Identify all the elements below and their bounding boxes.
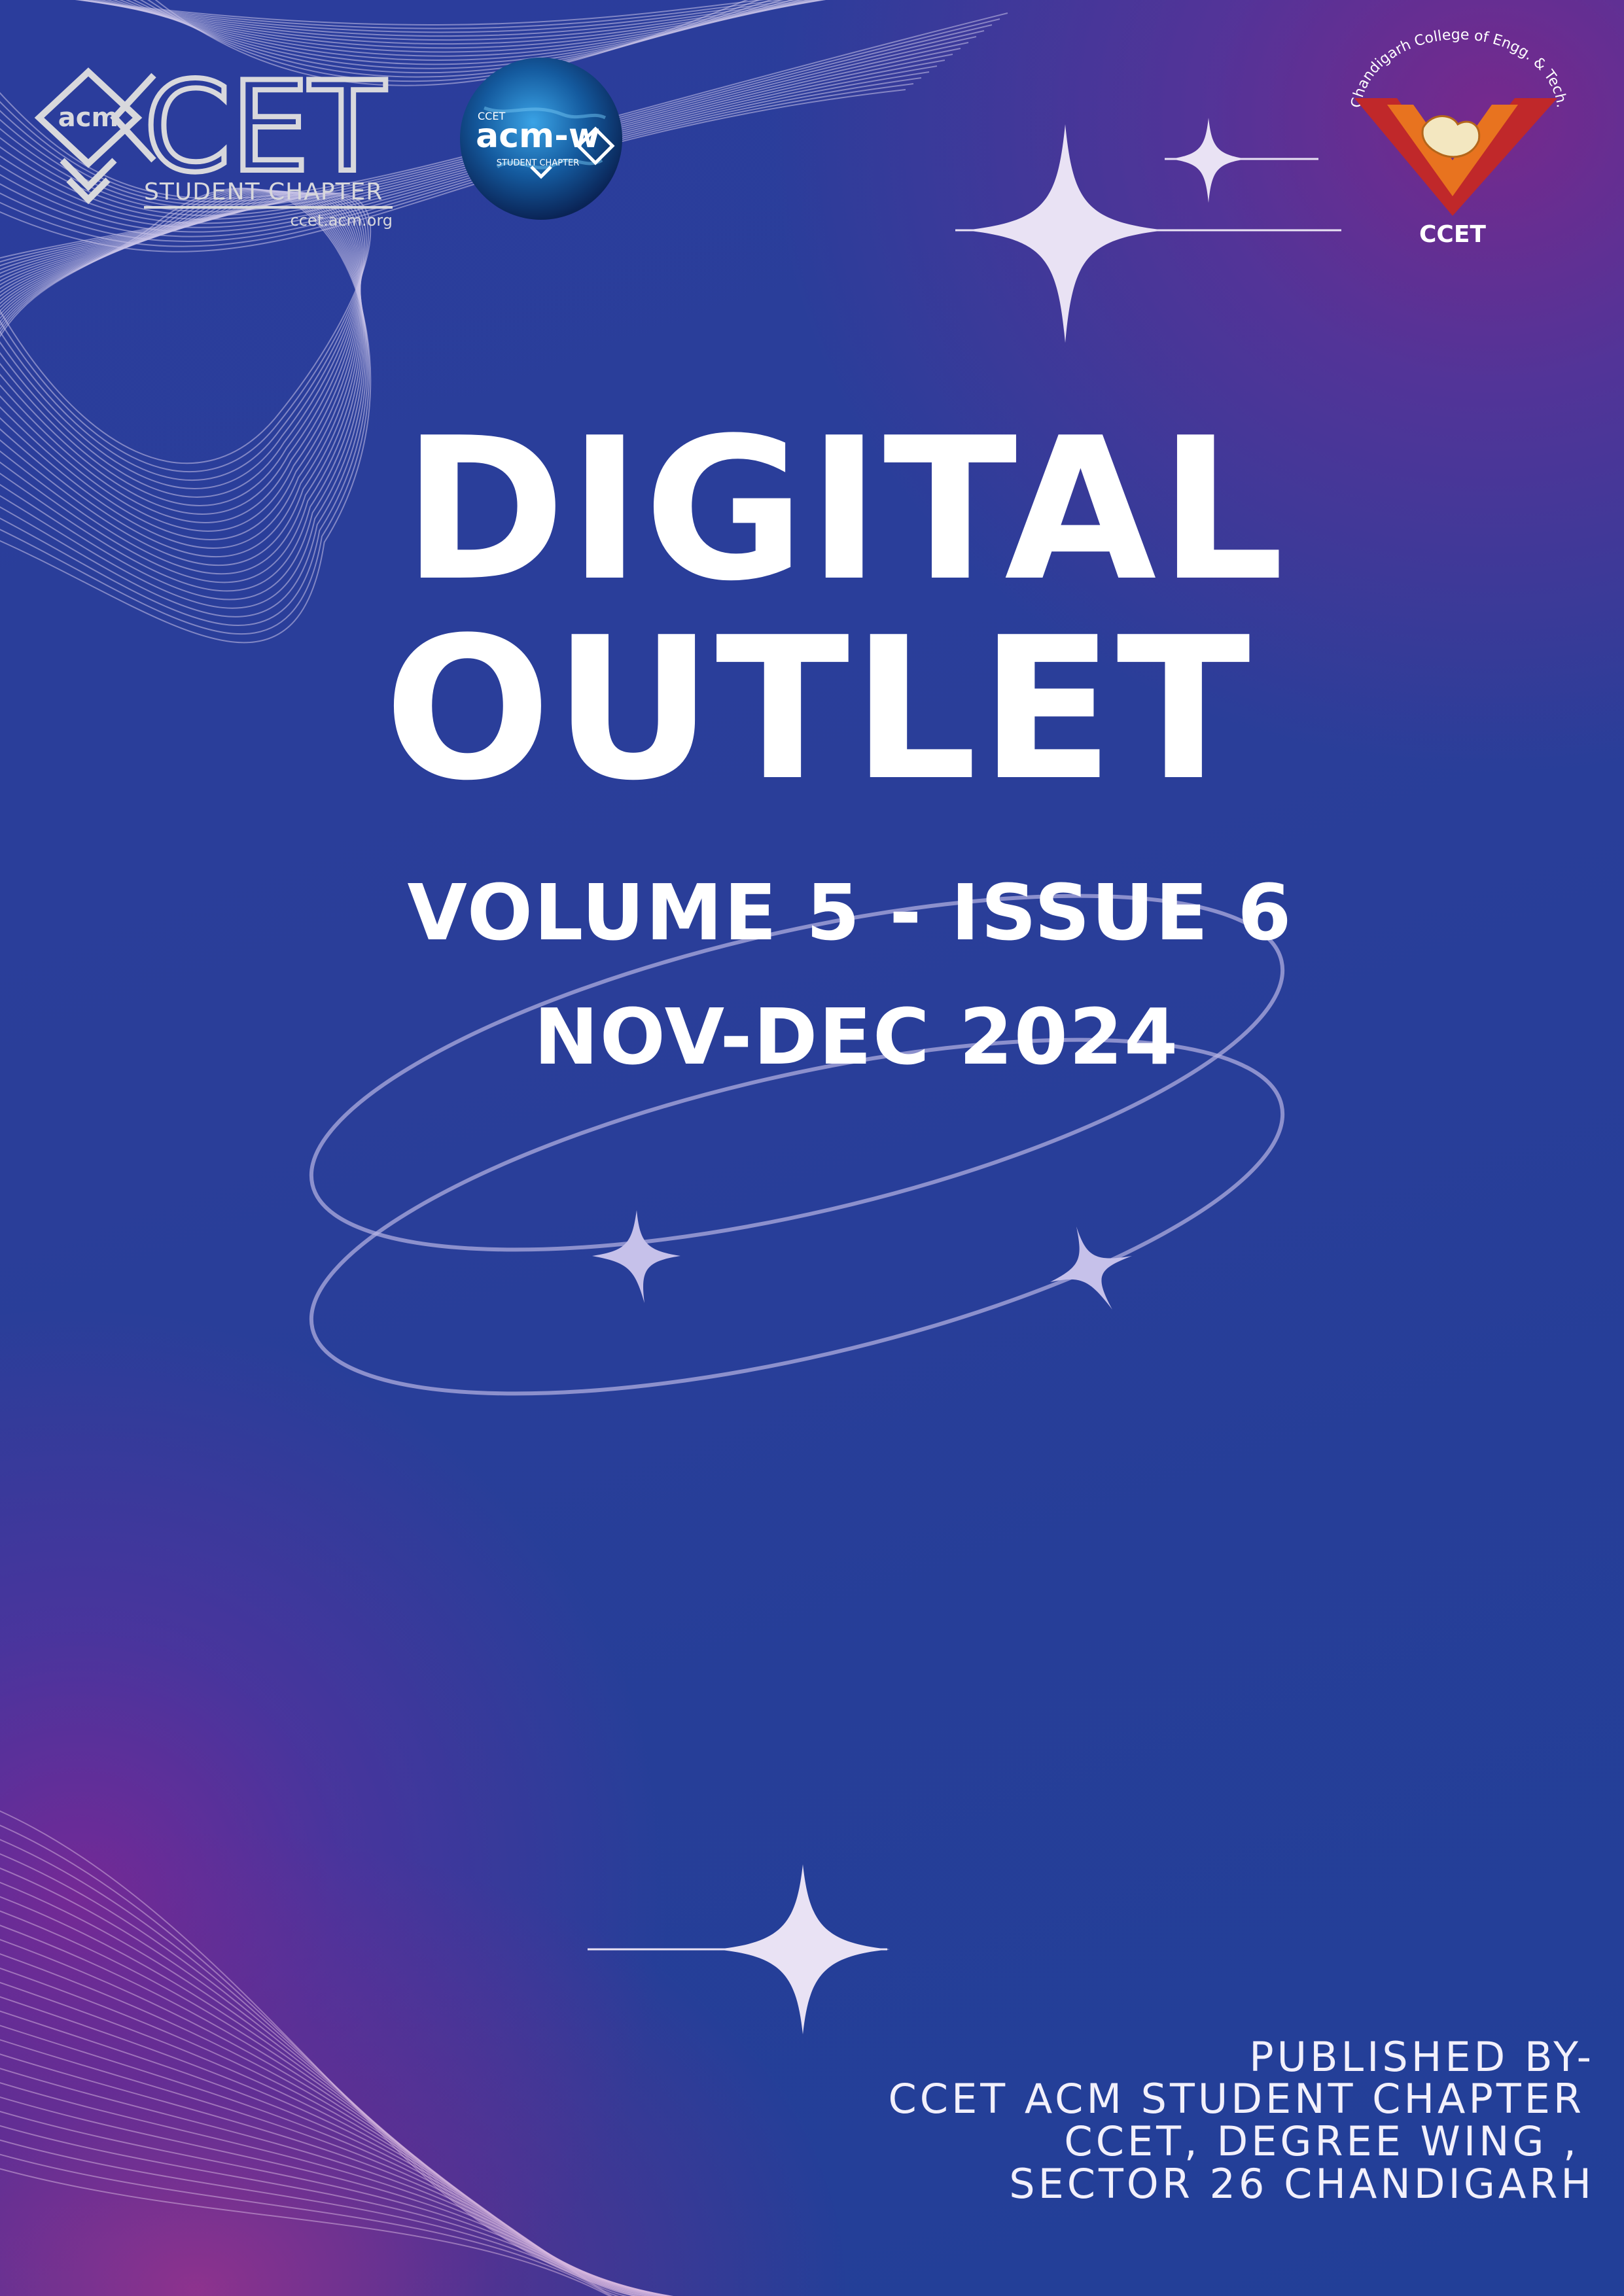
acm-w-logo: CCET acm-w STUDENT CHAPTER	[460, 58, 622, 220]
svg-text:Chandigarh College of Engg. &: Chandigarh College of Engg. & Tech.	[1349, 27, 1570, 109]
svg-text:CCET: CCET	[1419, 221, 1486, 248]
issue-date: NOV-DEC 2024	[533, 992, 1180, 1082]
sparkle-large-top	[966, 124, 1165, 343]
publisher-address-line-2: SECTOR 26 CHANDIGARH	[1009, 2160, 1595, 2208]
contour-lines	[0, 0, 1341, 2296]
ccet-college-logo: Chandigarh College of Engg. & Tech. CCET	[1349, 27, 1570, 248]
sparkle-orbit-right	[1050, 1226, 1132, 1310]
svg-text:acm: acm	[58, 103, 118, 133]
contour-line	[90, 0, 826, 45]
contour-line	[0, 1939, 661, 2296]
magazine-cover: acm CET STUDENT CHAPTER ccet.acm.org CCE…	[0, 0, 1624, 2296]
publisher-label: PUBLISHED BY-	[1249, 2033, 1595, 2081]
contour-line	[0, 1910, 656, 2296]
title-line-outlet: OUTLET	[383, 595, 1253, 824]
publisher-address-line-1: CCET, DEGREE WING ,	[1064, 2117, 1580, 2165]
contour-line	[0, 1867, 647, 2296]
contour-line	[0, 1953, 663, 2296]
sparkle-small-top	[1171, 118, 1246, 203]
contour-line	[85, 0, 822, 41]
volume-issue: VOLUME 5 - ISSUE 6	[407, 867, 1293, 958]
sparkle-orbit-left	[592, 1210, 680, 1303]
contour-lines-bottom-left	[0, 1810, 674, 2296]
contour-line	[0, 2010, 671, 2296]
contour-line	[0, 2168, 611, 2296]
contour-line	[0, 1967, 665, 2296]
contour-line	[0, 2053, 674, 2296]
contour-line	[0, 2153, 613, 2296]
contour-line	[81, 0, 814, 37]
title-line-digital: DIGITAL	[402, 396, 1287, 624]
publisher-name: CCET ACM STUDENT CHAPTER	[888, 2075, 1585, 2123]
svg-text:ccet.acm.org: ccet.acm.org	[291, 211, 393, 230]
contour-line	[0, 2139, 620, 2296]
contour-line	[0, 1839, 642, 2296]
contour-line	[0, 1896, 653, 2296]
svg-text:STUDENT CHAPTER: STUDENT CHAPTER	[144, 179, 383, 205]
acm-student-chapter-logo: acm CET STUDENT CHAPTER ccet.acm.org	[34, 62, 393, 230]
contour-line	[0, 2025, 673, 2296]
contour-line	[0, 1881, 650, 2296]
contour-line	[0, 2125, 629, 2296]
contour-line	[0, 1810, 636, 2296]
svg-text:STUDENT CHAPTER: STUDENT CHAPTER	[497, 158, 580, 168]
